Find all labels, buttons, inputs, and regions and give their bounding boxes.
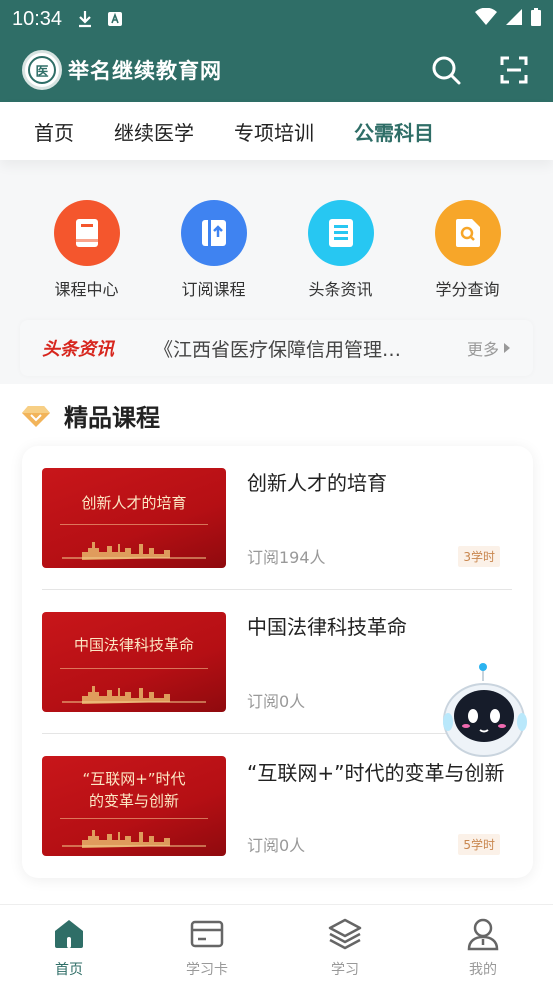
bottom-nav: 首页 学习卡 学习 我的 [0, 904, 553, 984]
city-skyline-icon [62, 686, 206, 704]
user-icon [467, 918, 499, 951]
course-thumbnail: 中国法律科技革命 [42, 612, 226, 712]
nav-study-card[interactable]: 学习卡 [138, 905, 276, 984]
course-thumbnail: “互联网+”时代 的变革与创新 [42, 756, 226, 856]
nav-label: 我的 [469, 962, 497, 978]
download-icon [76, 10, 94, 28]
credit-hours-badge: 5学时 [458, 834, 500, 855]
status-time: 10:34 [12, 7, 63, 30]
diamond-icon [22, 405, 50, 427]
course-subscribers: 订阅0人 [247, 836, 306, 855]
city-skyline-icon [62, 830, 206, 848]
tab-continuing-medicine[interactable]: 继续医学 [114, 117, 194, 146]
quick-label: 学分查询 [435, 280, 500, 299]
thumb-title: 中国法律科技革命 [73, 636, 194, 654]
logo-mark: 医 [28, 56, 56, 84]
quick-course-center[interactable]: 课程中心 [23, 200, 150, 300]
card-icon [190, 920, 224, 948]
course-title: “互联网+”时代的变革与创新 [247, 761, 505, 785]
news-tag: 头条资讯 [42, 339, 114, 360]
tab-public-subjects[interactable]: 公需科目 [354, 117, 434, 146]
thumb-title: 创新人才的培育 [81, 494, 187, 512]
credit-search-icon [434, 200, 501, 266]
nav-home[interactable]: 首页 [0, 905, 138, 984]
status-bar: 10:34 [0, 0, 553, 38]
section-header: 精品课程 [22, 398, 160, 433]
quick-label: 订阅课程 [181, 280, 246, 299]
app-logo: 医 [22, 50, 62, 90]
quick-credit-query[interactable]: 学分查询 [404, 200, 531, 300]
quick-links: 课程中心 订阅课程 头条资讯 学分查询 [0, 200, 553, 300]
subscribe-icon [180, 200, 247, 266]
tab-home[interactable]: 首页 [34, 117, 74, 146]
battery-icon [531, 7, 541, 31]
book-icon [53, 200, 120, 266]
brand-title: 举名继续教育网 [68, 58, 222, 83]
quick-label: 头条资讯 [308, 280, 373, 299]
robot-icon [443, 663, 527, 757]
tab-special-training[interactable]: 专项培训 [234, 117, 314, 146]
scan-icon[interactable] [498, 54, 530, 86]
layers-icon [328, 918, 362, 950]
nav-label: 首页 [55, 962, 83, 978]
news-icon [307, 200, 374, 266]
course-thumbnail: 创新人才的培育 [42, 468, 226, 568]
section-title: 精品课程 [64, 404, 160, 432]
font-notification-icon [106, 10, 124, 28]
news-headline[interactable]: 《江西省医疗保障信用管理… [154, 335, 414, 362]
signal-icon [505, 8, 523, 31]
app-header: 医 举名继续教育网 [0, 38, 553, 102]
headline-news-bar[interactable]: 头条资讯 《江西省医疗保障信用管理… 更多 [20, 320, 533, 376]
quick-label: 课程中心 [54, 280, 119, 299]
quick-headline-news[interactable]: 头条资讯 [277, 200, 404, 300]
search-icon[interactable] [430, 54, 462, 86]
city-skyline-icon [62, 542, 206, 560]
chevron-right-icon [504, 343, 510, 353]
home-icon [55, 920, 83, 948]
course-title: 创新人才的培育 [247, 471, 387, 495]
course-item[interactable]: 创新人才的培育 创新人才的培育 订阅194人 3学时 [42, 446, 512, 590]
nav-label: 学习卡 [186, 962, 228, 978]
thumb-title: “互联网+”时代 的变革与创新 [82, 770, 186, 810]
nav-mine[interactable]: 我的 [414, 905, 552, 984]
course-title: 中国法律科技革命 [247, 615, 407, 639]
category-tabs: 首页 继续医学 专项培训 公需科目 [0, 102, 553, 160]
quick-subscribe[interactable]: 订阅课程 [150, 200, 277, 300]
nav-label: 学习 [331, 962, 359, 978]
wifi-icon [475, 7, 497, 31]
course-subscribers: 订阅194人 [247, 548, 326, 567]
nav-study[interactable]: 学习 [276, 905, 414, 984]
credit-hours-badge: 3学时 [458, 546, 500, 567]
assistant-robot-button[interactable] [442, 662, 530, 758]
news-more-link[interactable]: 更多 [467, 336, 511, 360]
course-subscribers: 订阅0人 [247, 692, 306, 711]
